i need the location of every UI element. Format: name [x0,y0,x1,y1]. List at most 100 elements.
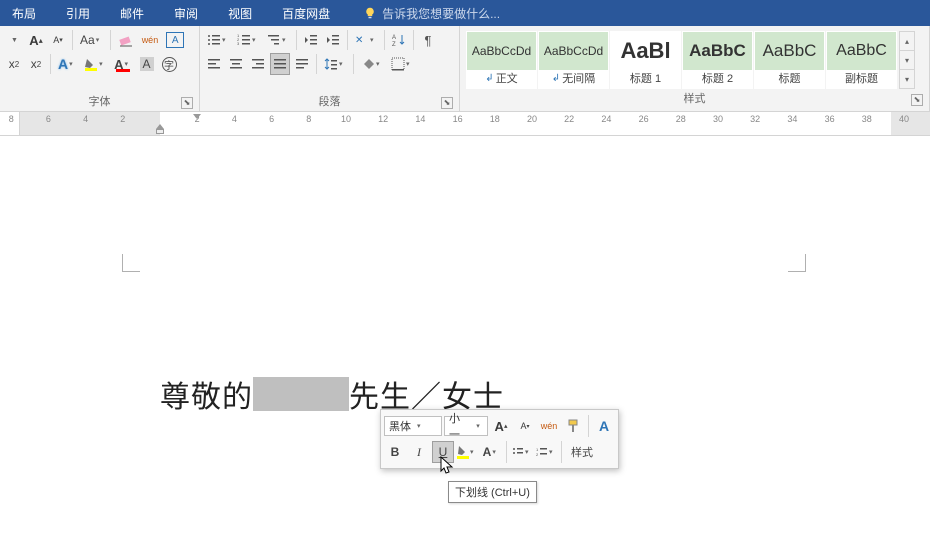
style-item-3[interactable]: AaBbC标题 2 [682,31,753,89]
sort-button[interactable]: AZ [389,29,409,51]
style-name: ↲正文 [467,70,536,88]
show-hide-marks-button[interactable]: ¶ [418,29,438,51]
align-right-button[interactable] [248,53,268,75]
font-size-dropdown[interactable]: ▼ [4,29,24,51]
tab-references[interactable]: 引用 [62,2,94,25]
grow-font-button[interactable]: A▴ [26,29,46,51]
paragraph-group-label: 段落⬊ [204,95,455,111]
tell-me-search[interactable]: 告诉我您想要做什么... [364,5,500,22]
format-painter-icon [566,419,580,433]
font-group: ▼ A▴ A▾ Aa▾ wén A x2 x2 A▾ ▾ A▾ A 字 字体 [0,26,200,111]
distribute-button[interactable] [292,53,312,75]
paragraph-mark-icon: ↲ [485,70,493,88]
character-border-button[interactable]: A [163,29,187,51]
font-dialog-launcher[interactable]: ⬊ [181,97,193,109]
align-center-button[interactable] [226,53,246,75]
style-name: ↲无间隔 [539,70,608,88]
increase-indent-button[interactable] [323,29,343,51]
character-shading-button[interactable]: A [137,53,157,75]
styles-dialog-launcher[interactable]: ⬊ [911,94,923,106]
mini-bullets-button[interactable]: ▾ [511,441,533,463]
margin-mark-top-left [122,254,140,272]
style-preview: AaBl [611,32,680,70]
tab-mailings[interactable]: 邮件 [116,2,148,25]
style-name: 标题 1 [611,70,680,88]
horizontal-ruler[interactable]: 8642246810121416182022242628303234363840… [20,112,930,135]
subscript-button[interactable]: x2 [4,53,24,75]
tab-view[interactable]: 视图 [224,2,256,25]
style-item-5[interactable]: AaBbC副标题 [826,31,897,89]
distribute-icon [295,57,309,71]
clear-formatting-button[interactable] [115,29,137,51]
mini-clear-format-button[interactable]: A [593,415,615,437]
align-justify-button[interactable] [270,53,290,75]
mini-styles-button[interactable]: 样式 [566,441,598,463]
line-spacing-icon [324,57,338,71]
text-effects-button[interactable]: A▾ [55,53,79,75]
enclose-characters-button[interactable]: 字 [159,53,180,75]
text-selection[interactable] [253,377,349,411]
bullets-button[interactable]: ▾ [204,29,232,51]
line-spacing-button[interactable]: ▾ [321,53,349,75]
style-name: 副标题 [827,70,896,88]
styles-expand[interactable]: ▾ [900,70,914,88]
asian-layout-icon: ✕ [355,33,369,47]
mini-grow-font-button[interactable]: A▴ [490,415,512,437]
mini-format-painter-button[interactable] [562,415,584,437]
mini-numbering-button[interactable]: 12▾ [535,441,557,463]
tab-review[interactable]: 审阅 [170,2,202,25]
document-area: 尊敬的先生／女士 黑体▾ 小一▾ A▴ A▾ wén A B I U ▾ A▾ … [0,136,930,533]
styles-scroll-down[interactable]: ▾ [900,51,914,70]
decrease-indent-button[interactable] [301,29,321,51]
mini-font-size-select[interactable]: 小一▾ [444,416,488,436]
font-group-label: 字体⬊ [4,95,195,111]
ribbon-tabs-bar: 布局 引用 邮件 审阅 视图 百度网盘 告诉我您想要做什么... [0,0,930,26]
style-item-1[interactable]: AaBbCcDd↲无间隔 [538,31,609,89]
tab-baidu-netdisk[interactable]: 百度网盘 [278,2,334,25]
styles-group-label: 样式⬊ [464,92,925,108]
font-color-button[interactable]: A▾ [111,53,134,75]
change-case-button[interactable]: Aa▾ [77,29,106,51]
paragraph-dialog-launcher[interactable]: ⬊ [441,97,453,109]
style-item-0[interactable]: AaBbCcDd↲正文 [466,31,537,89]
mini-phonetic-button[interactable]: wén [538,415,560,437]
align-center-icon [229,57,243,71]
underline-tooltip: 下划线 (Ctrl+U) [448,481,537,503]
paragraph-mark-icon: ↲ [552,70,560,88]
svg-text:✕: ✕ [355,35,363,46]
phonetic-guide-button[interactable]: wén [139,29,162,51]
ribbon: ▼ A▴ A▾ Aa▾ wén A x2 x2 A▾ ▾ A▾ A 字 字体 [0,26,930,112]
mini-bold-button[interactable]: B [384,441,406,463]
style-preview: AaBbC [755,32,824,70]
indent-icon [326,33,340,47]
superscript-button[interactable]: x2 [26,53,46,75]
style-item-4[interactable]: AaBbC标题 [754,31,825,89]
lightbulb-icon [364,7,376,19]
mini-highlight-button[interactable]: ▾ [456,441,478,463]
mini-underline-button[interactable]: U [432,441,454,463]
mini-shrink-font-button[interactable]: A▾ [514,415,536,437]
numbering-button[interactable]: 123▾ [234,29,262,51]
styles-gallery: AaBbCcDd↲正文AaBbCcDd↲无间隔AaBl标题 1AaBbC标题 2… [464,28,899,92]
multilevel-list-button[interactable]: ▾ [264,29,292,51]
mini-font-color-button[interactable]: A▾ [480,441,502,463]
align-left-button[interactable] [204,53,224,75]
style-preview: AaBbCcDd [539,32,608,70]
styles-group: AaBbCcDd↲正文AaBbCcDd↲无间隔AaBl标题 1AaBbC标题 2… [460,26,930,111]
highlight-color-button[interactable]: ▾ [81,53,109,75]
mini-font-name-select[interactable]: 黑体▾ [384,416,442,436]
svg-text:A: A [392,35,396,41]
align-right-icon [251,57,265,71]
shading-button[interactable]: ▾ [358,53,386,75]
shrink-font-button[interactable]: A▾ [48,29,68,51]
styles-scroll-up[interactable]: ▴ [900,32,914,51]
highlighter-icon [84,57,98,71]
style-preview: AaBbC [683,32,752,70]
style-item-2[interactable]: AaBl标题 1 [610,31,681,89]
mini-italic-button[interactable]: I [408,441,430,463]
asian-layout-button[interactable]: ✕▾ [352,29,380,51]
outdent-icon [304,33,318,47]
borders-button[interactable]: ▾ [388,53,416,75]
page[interactable]: 尊敬的先生／女士 [22,170,906,533]
tab-layout[interactable]: 布局 [8,2,40,25]
